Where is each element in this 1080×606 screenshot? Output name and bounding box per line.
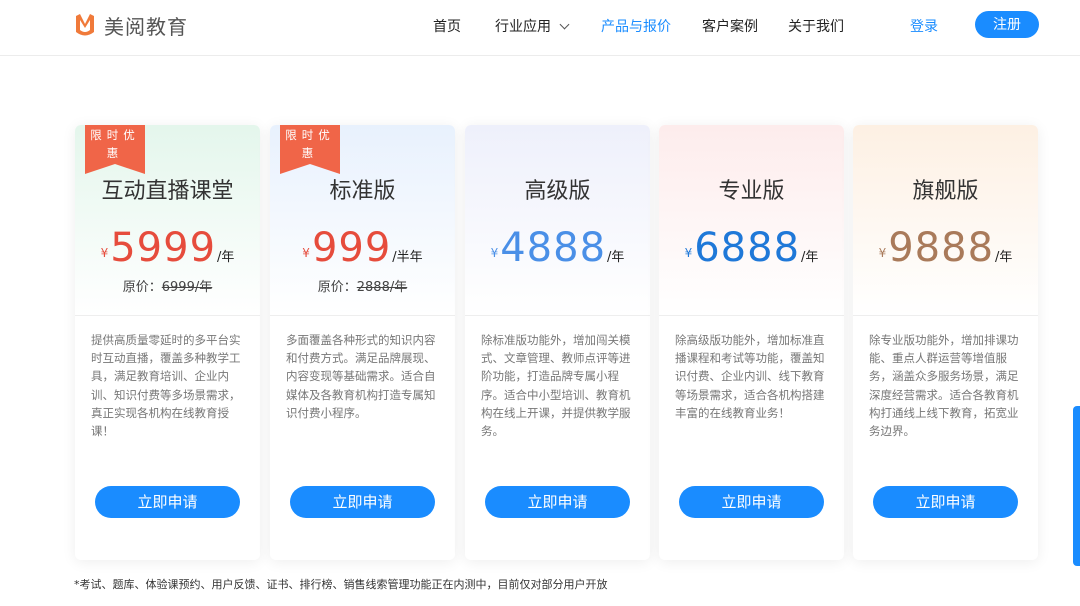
brand-name: 美阅教育 bbox=[104, 14, 188, 39]
plan-description: 除标准版功能外，增加闯关模式、文章管理、教师点评等进阶功能，打造品牌专属小程序。… bbox=[481, 333, 631, 439]
price-unit: /年 bbox=[995, 250, 1013, 265]
currency-symbol: ¥ bbox=[302, 246, 310, 260]
price-row: ¥4888/年 bbox=[465, 225, 650, 271]
card-divider bbox=[465, 315, 650, 316]
original-price-value: 6999/年 bbox=[161, 280, 213, 295]
original-price-label: 原价： bbox=[317, 280, 357, 295]
floating-side-tab[interactable] bbox=[1073, 406, 1080, 566]
plan-card-professional: 专业版 ¥6888/年 除高级版功能外，增加标准直播课程和考试等功能，覆盖知识付… bbox=[659, 125, 844, 560]
nav-about[interactable]: 关于我们 bbox=[788, 16, 844, 36]
nav-industry[interactable]: 行业应用 bbox=[495, 16, 570, 36]
card-divider bbox=[853, 315, 1038, 316]
plan-price: 6888 bbox=[694, 225, 801, 271]
brand-logo[interactable]: 美阅教育 bbox=[74, 11, 188, 39]
plan-description: 提供高质量零延时的多平台实时互动直播，覆盖多种教学工具，满足教育培训、企业内训、… bbox=[91, 333, 241, 439]
plan-description: 除专业版功能外，增加排课功能、重点人群运营等增值服务，涵盖众多服务场景，满足深度… bbox=[869, 333, 1019, 439]
top-navbar: 美阅教育 首页 行业应用 产品与报价 客户案例 关于我们 登录 注册 bbox=[0, 0, 1080, 56]
currency-symbol: ¥ bbox=[684, 246, 693, 260]
plan-card-standard: 限时优惠 标准版 ¥999/半年 原价：2888/年 多面覆盖各种形式的知识内容… bbox=[270, 125, 455, 560]
plan-card-advanced: 高级版 ¥4888/年 除标准版功能外，增加闯关模式、文章管理、教师点评等进阶功… bbox=[465, 125, 650, 560]
price-row: ¥5999/年 bbox=[75, 225, 260, 271]
card-divider bbox=[270, 315, 455, 316]
currency-symbol: ¥ bbox=[100, 246, 109, 260]
chevron-down-icon bbox=[559, 19, 570, 30]
card-header-bg bbox=[659, 125, 844, 315]
plan-card-flagship: 旗舰版 ¥9888/年 除专业版功能外，增加排课功能、重点人群运营等增值服务，涵… bbox=[853, 125, 1038, 560]
price-row: ¥999/半年 bbox=[270, 225, 455, 271]
plan-description: 除高级版功能外，增加标准直播课程和考试等功能，覆盖知识付费、企业内训、线下教育等… bbox=[675, 333, 825, 420]
price-row: ¥6888/年 bbox=[659, 225, 844, 271]
nav-cases[interactable]: 客户案例 bbox=[702, 16, 758, 36]
price-row: ¥9888/年 bbox=[853, 225, 1038, 271]
card-header-bg bbox=[465, 125, 650, 315]
nav-home[interactable]: 首页 bbox=[433, 16, 461, 36]
original-price: 原价：6999/年 bbox=[75, 276, 260, 295]
price-unit: /年 bbox=[217, 250, 235, 265]
plan-price: 5999 bbox=[110, 225, 217, 271]
card-header-bg bbox=[853, 125, 1038, 315]
plan-title: 高级版 bbox=[524, 179, 591, 204]
original-price-value: 2888/年 bbox=[356, 280, 408, 295]
plan-title: 互动直播课堂 bbox=[101, 179, 234, 204]
apply-button[interactable]: 立即申请 bbox=[679, 486, 824, 518]
card-divider bbox=[75, 315, 260, 316]
plan-card-live: 限时优惠 互动直播课堂 ¥5999/年 原价：6999/年 提供高质量零延时的多… bbox=[75, 125, 260, 560]
plan-price: 9888 bbox=[888, 225, 995, 271]
plan-title: 旗舰版 bbox=[912, 179, 979, 204]
promo-badge: 限时优惠 bbox=[90, 128, 140, 160]
login-link[interactable]: 登录 bbox=[910, 16, 938, 36]
plan-price: 999 bbox=[311, 225, 392, 271]
apply-button[interactable]: 立即申请 bbox=[290, 486, 435, 518]
plan-title: 标准版 bbox=[329, 179, 396, 204]
register-button[interactable]: 注册 bbox=[975, 11, 1039, 38]
price-unit: /年 bbox=[801, 250, 819, 265]
plan-price: 4888 bbox=[500, 225, 607, 271]
beta-footnote: *考试、题库、体验课预约、用户反馈、证书、排行榜、销售线索管理功能正在内测中，目… bbox=[74, 578, 608, 591]
apply-button[interactable]: 立即申请 bbox=[95, 486, 240, 518]
apply-button[interactable]: 立即申请 bbox=[485, 486, 630, 518]
currency-symbol: ¥ bbox=[878, 246, 887, 260]
promo-badge: 限时优惠 bbox=[285, 128, 335, 160]
card-divider bbox=[659, 315, 844, 316]
nav-products-pricing[interactable]: 产品与报价 bbox=[601, 16, 671, 36]
price-unit: /半年 bbox=[392, 250, 423, 265]
currency-symbol: ¥ bbox=[490, 246, 499, 260]
logo-icon bbox=[76, 14, 94, 36]
apply-button[interactable]: 立即申请 bbox=[873, 486, 1018, 518]
original-price: 原价：2888/年 bbox=[270, 276, 455, 295]
original-price-label: 原价： bbox=[122, 280, 162, 295]
plan-description: 多面覆盖各种形式的知识内容和付费方式。满足品牌展现、内容变现等基础需求。适合自媒… bbox=[286, 333, 436, 420]
nav-industry-label: 行业应用 bbox=[495, 19, 551, 35]
plan-title: 专业版 bbox=[718, 179, 785, 204]
price-unit: /年 bbox=[607, 250, 625, 265]
